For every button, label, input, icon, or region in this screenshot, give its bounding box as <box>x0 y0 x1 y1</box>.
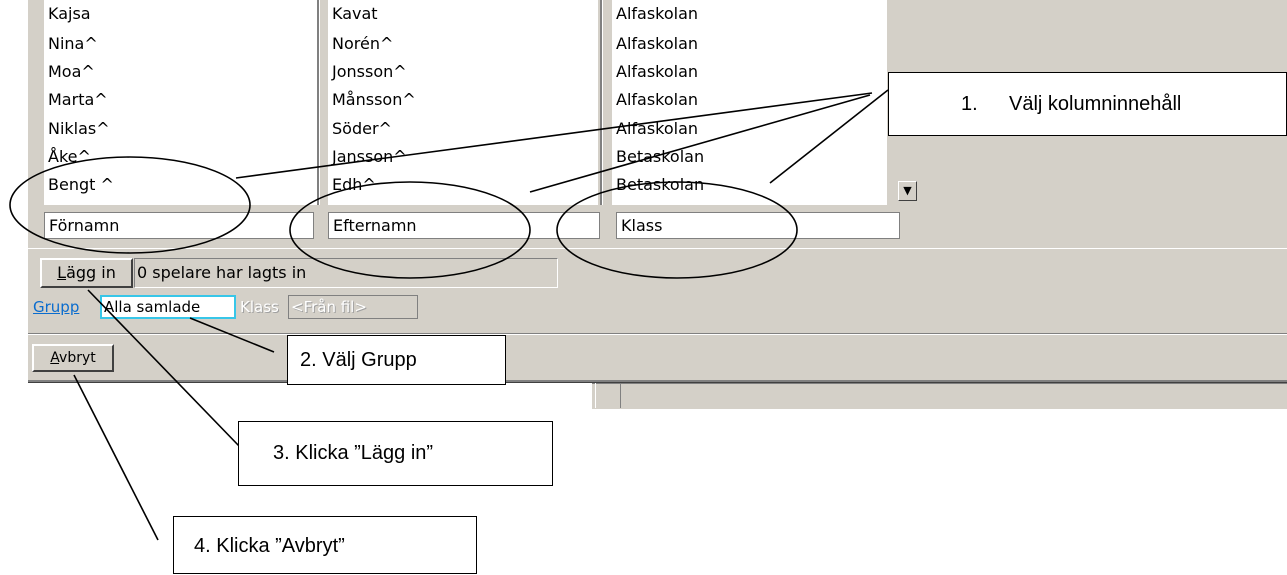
highlight-ellipse-klass <box>556 181 798 279</box>
callout-4: 4. Klicka ”Avbryt” <box>173 516 477 574</box>
callout-1-number: 1. <box>961 93 978 115</box>
callout-2: 2. Välj Grupp <box>287 335 506 385</box>
callout-1-text: Välj kolumninnehåll <box>1009 93 1182 115</box>
callout-1: 1. Välj kolumninnehåll <box>888 72 1287 136</box>
pointer-line <box>87 289 241 448</box>
pointer-line <box>235 92 873 179</box>
highlight-ellipse-fornamn <box>9 156 251 254</box>
pointer-line <box>189 317 275 353</box>
callout-3: 3. Klicka ”Lägg in” <box>238 421 553 486</box>
highlight-ellipse-efternamn <box>289 181 531 279</box>
pointer-line <box>73 374 159 541</box>
